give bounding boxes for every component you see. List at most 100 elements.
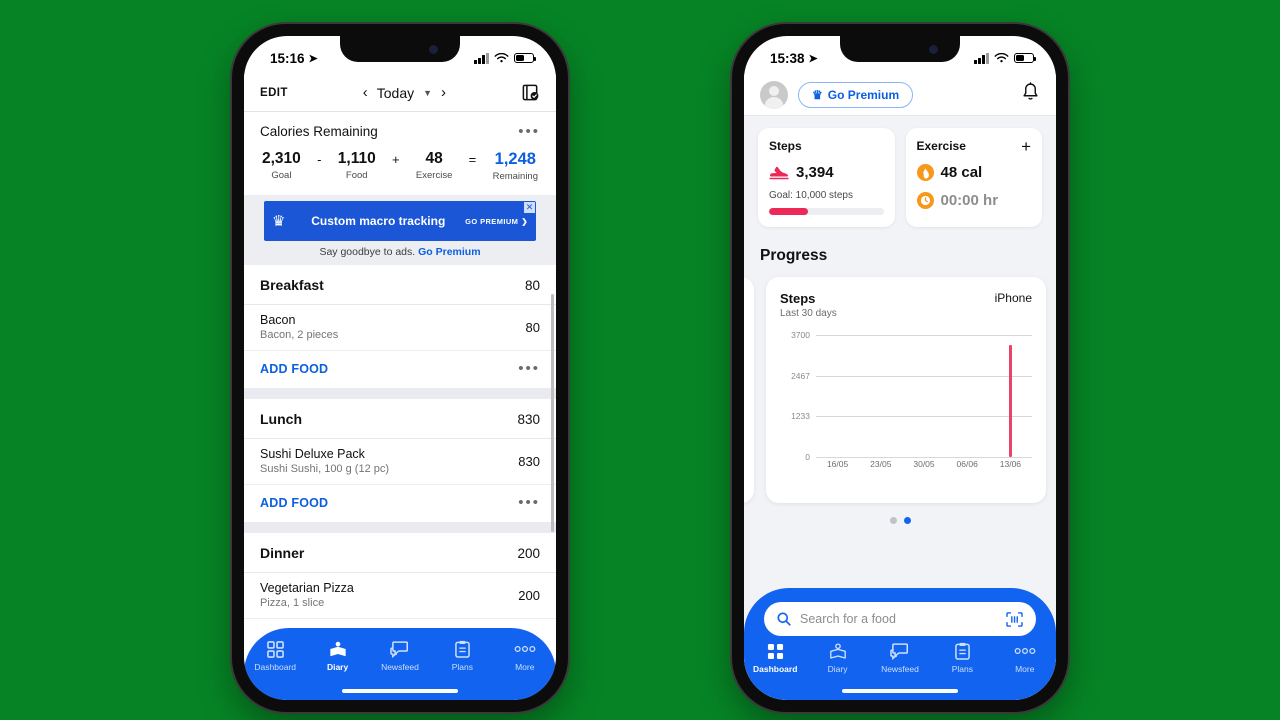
meal-header[interactable]: Lunch 830 — [244, 399, 556, 439]
add-food-button[interactable]: ADD FOOD — [260, 496, 328, 510]
go-premium-button[interactable]: ♛ Go Premium — [798, 81, 914, 108]
nav-label: Plans — [451, 662, 473, 672]
front-camera-icon — [929, 45, 938, 54]
crown-icon: ♛ — [272, 213, 286, 230]
status-bar-time: 15:38 — [770, 50, 805, 66]
notch — [340, 36, 460, 62]
food-row[interactable]: Bacon Bacon, 2 pieces 80 — [244, 305, 556, 351]
close-icon[interactable]: ✕ — [524, 202, 535, 213]
steps-card[interactable]: Steps 3,394 Goal: 10,000 steps — [758, 128, 895, 227]
nav-item-newsfeed[interactable]: Newsfeed — [869, 641, 931, 674]
meal-calories: 830 — [517, 411, 540, 427]
avatar-head — [769, 85, 779, 96]
plans-clipboard-icon — [931, 641, 993, 661]
chevron-right-icon[interactable]: › — [441, 84, 446, 101]
crown-icon: ♛ — [812, 87, 823, 102]
chart-y-tick: 3700 — [791, 330, 810, 340]
calories-food-value: 1,110 — [337, 150, 376, 167]
caret-down-icon[interactable]: ▼ — [423, 88, 432, 98]
food-row[interactable]: Sushi Deluxe Pack Sushi Sushi, 100 g (12… — [244, 439, 556, 485]
avatar-body — [764, 96, 784, 109]
meal-calories: 80 — [524, 277, 540, 293]
complete-diary-icon[interactable] — [521, 83, 540, 102]
meal-name: Dinner — [260, 545, 305, 561]
front-camera-icon — [429, 45, 438, 54]
chart-x-tick: 23/05 — [870, 459, 892, 469]
dashboard-grid-icon — [744, 641, 806, 661]
nav-item-diary[interactable]: Diary — [807, 641, 869, 674]
food-title: Sushi Deluxe Pack — [260, 447, 365, 461]
more-horizontal-icon[interactable]: ••• — [518, 495, 540, 510]
carousel-pager[interactable] — [744, 517, 1056, 524]
nav-item-plans[interactable]: Plans — [431, 639, 493, 672]
more-horizontal-icon[interactable]: ••• — [518, 361, 540, 376]
barcode-scan-icon[interactable] — [1006, 611, 1023, 627]
exercise-card[interactable]: Exercise + 48 cal 00:00 hr — [905, 128, 1042, 227]
chart-source-label: iPhone — [994, 291, 1032, 305]
wifi-icon — [994, 52, 1009, 62]
operator-equals: = — [468, 152, 477, 167]
nav-item-diary[interactable]: Diary — [307, 639, 369, 672]
calories-header: Calories Remaining ••• — [244, 112, 556, 141]
calories-exercise: 48 Exercise — [416, 150, 452, 181]
calories-title: Calories Remaining — [260, 124, 378, 139]
clock-icon — [916, 192, 934, 209]
ad-cta-button[interactable]: GO PREMIUM ❯ — [465, 217, 528, 226]
meal-header[interactable]: Breakfast 80 — [244, 265, 556, 305]
chart-y-axis: 0 1233 2467 3700 — [780, 330, 814, 462]
calories-exercise-label: Exercise — [415, 170, 453, 181]
chart-bar — [1009, 345, 1012, 457]
operator-minus: - — [317, 152, 322, 167]
nav-item-newsfeed[interactable]: Newsfeed — [369, 639, 431, 672]
nav-item-dashboard[interactable]: Dashboard — [744, 641, 806, 674]
nav-item-plans[interactable]: Plans — [931, 641, 993, 674]
chart-x-tick: 06/06 — [956, 459, 978, 469]
current-date-label[interactable]: Today — [377, 85, 414, 101]
nav-label: Dashboard — [752, 664, 798, 674]
status-bar-time: 15:16 — [270, 50, 305, 66]
more-horizontal-icon[interactable]: ••• — [518, 124, 540, 139]
chart-gridlines — [816, 335, 1032, 458]
nav-item-dashboard[interactable]: Dashboard — [244, 639, 306, 672]
avatar[interactable] — [760, 80, 788, 109]
pager-dot[interactable] — [889, 517, 897, 524]
section-divider — [244, 388, 556, 399]
edit-button[interactable]: EDIT — [260, 87, 288, 99]
nav-item-more[interactable]: More — [994, 641, 1056, 674]
pager-dot[interactable] — [903, 517, 911, 524]
diary-book-icon — [307, 639, 369, 659]
calories-food: 1,110 Food — [338, 150, 376, 181]
go-premium-label: Go Premium — [827, 87, 900, 102]
notch — [840, 36, 960, 62]
go-premium-link[interactable]: Go Premium — [418, 246, 480, 258]
exercise-duration: 00:00 hr — [940, 192, 999, 209]
food-subtitle: Sushi Sushi, 100 g (12 pc) — [260, 463, 390, 475]
plus-icon[interactable]: + — [1021, 138, 1031, 155]
steps-chart-card[interactable]: Steps Last 30 days iPhone 0 1233 2467 3700 … — [766, 277, 1046, 503]
nav-item-more[interactable]: More — [494, 639, 556, 672]
progress-carousel[interactable]: Steps Last 30 days iPhone 0 1233 2467 3700 … — [744, 277, 1056, 503]
chart-gridline — [816, 416, 1032, 418]
scrollbar[interactable] — [551, 294, 554, 532]
premium-ad-banner[interactable]: ♛ Custom macro tracking GO PREMIUM ❯ ✕ — [264, 201, 536, 241]
nav-label: Newsfeed — [381, 662, 419, 672]
food-row[interactable]: Vegetarian Pizza Pizza, 1 slice 200 — [244, 573, 556, 619]
more-dots-icon — [994, 641, 1056, 661]
calories-goal-value: 2,310 — [262, 150, 301, 167]
ad-headline: Custom macro tracking — [311, 213, 446, 228]
battery-icon — [514, 52, 537, 64]
carousel-peek-card[interactable] — [744, 277, 754, 503]
meal-header[interactable]: Dinner 200 — [244, 533, 556, 573]
nav-label: More — [515, 662, 535, 672]
chart-title: Steps — [780, 291, 816, 306]
chevron-left-icon[interactable]: ‹ — [363, 84, 368, 101]
home-indicator — [842, 689, 958, 693]
food-search-bar[interactable]: Search for a food — [764, 602, 1036, 636]
add-food-row: ADD FOOD ••• — [244, 351, 556, 388]
chart-y-tick: 1233 — [791, 411, 810, 422]
newsfeed-chat-icon — [369, 639, 431, 659]
notification-bell-icon[interactable] — [1021, 81, 1040, 108]
running-shoe-icon — [769, 166, 789, 180]
meal-section-lunch: Lunch 830 Sushi Deluxe Pack Sushi Sushi,… — [244, 399, 556, 522]
add-food-button[interactable]: ADD FOOD — [260, 362, 328, 376]
